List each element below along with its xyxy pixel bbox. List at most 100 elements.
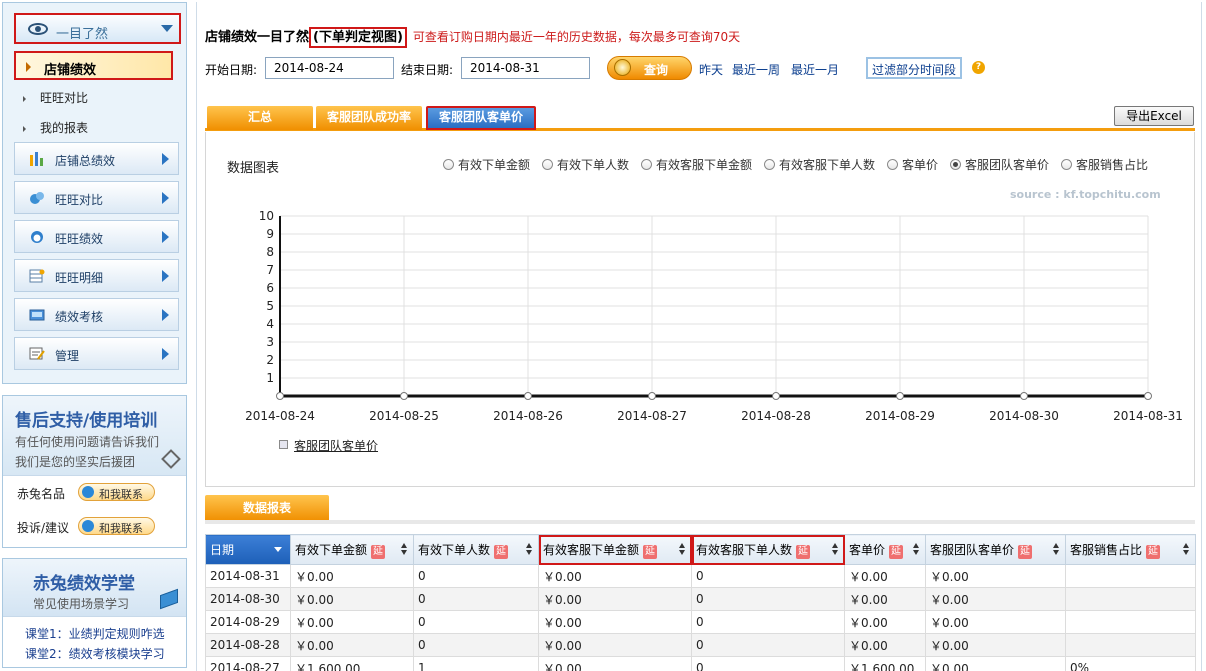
view-selector-dropdown[interactable]: 一目了然 bbox=[14, 13, 181, 44]
tab-summary[interactable]: 汇总 bbox=[207, 106, 313, 130]
extend-badge[interactable]: 延 bbox=[796, 544, 811, 559]
table-row: 2014-08-28 ￥0.00 0 ￥0.00 0 ￥0.00 ￥0.00 bbox=[205, 633, 1196, 657]
table-cell: ￥0.00 bbox=[290, 610, 414, 634]
sidebar-subitem-wangwang-compare[interactable]: 旺旺对比 bbox=[23, 89, 88, 109]
query-button[interactable]: 查询 bbox=[607, 56, 692, 80]
column-header[interactable]: 客服销售占比延 bbox=[1065, 534, 1196, 565]
quick-link-yesterday[interactable]: 昨天 bbox=[699, 61, 723, 78]
nav-panel: 一目了然 店铺绩效 旺旺对比 我的报表 店铺总绩效 旺旺对比 旺旺绩效 旺旺明细… bbox=[2, 2, 187, 384]
table-cell: ￥0.00 bbox=[844, 564, 926, 588]
extend-badge[interactable]: 延 bbox=[494, 544, 509, 559]
sort-icon[interactable] bbox=[1183, 543, 1189, 556]
export-excel-button[interactable]: 导出Excel bbox=[1114, 106, 1194, 126]
menu-item-manage[interactable]: 管理 bbox=[14, 337, 179, 370]
sort-icon[interactable] bbox=[679, 543, 685, 556]
triangle-right-icon bbox=[26, 62, 31, 72]
extend-badge[interactable]: 延 bbox=[643, 544, 658, 559]
quick-link-last-week[interactable]: 最近一周 bbox=[732, 61, 780, 78]
quick-link-last-month[interactable]: 最近一月 bbox=[791, 61, 839, 78]
menu-item-wangwang-detail[interactable]: 旺旺明细 bbox=[14, 259, 179, 292]
menu-item-wangwang-compare[interactable]: 旺旺对比 bbox=[14, 181, 179, 214]
tab-team-unit-price[interactable]: 客服团队客单价 bbox=[426, 106, 536, 130]
table-cell: 2014-08-27 bbox=[205, 656, 291, 671]
table-cell: ￥0.00 bbox=[844, 610, 926, 634]
table-cell: 2014-08-28 bbox=[205, 633, 291, 657]
column-header[interactable]: 有效下单金额延 bbox=[290, 534, 414, 565]
lesson-link-2[interactable]: 课堂2：绩效考核模块学习 bbox=[25, 645, 165, 662]
chevron-right-icon bbox=[162, 153, 169, 165]
menu-item-store-total[interactable]: 店铺总绩效 bbox=[14, 142, 179, 175]
filter-time-range-button[interactable]: 过滤部分时间段 bbox=[866, 57, 963, 79]
column-header[interactable]: 有效客服下单金额延 bbox=[538, 534, 692, 565]
x-tick-label: 2014-08-24 bbox=[245, 409, 315, 423]
sort-desc-icon[interactable] bbox=[274, 547, 282, 552]
support-line-1: 有任何使用问题请告诉我们 bbox=[15, 435, 160, 449]
column-header[interactable]: 有效客服下单人数延 bbox=[691, 534, 845, 565]
assessment-icon bbox=[29, 309, 45, 321]
table-cell: ￥0.00 bbox=[925, 610, 1066, 634]
table-cell: ￥0.00 bbox=[844, 633, 926, 657]
table-cell: ￥1,600.00 bbox=[290, 656, 414, 671]
extend-badge[interactable]: 延 bbox=[1018, 544, 1033, 559]
table-cell: ￥0.00 bbox=[290, 633, 414, 657]
column-header[interactable]: 客服团队客单价延 bbox=[925, 534, 1066, 565]
sidebar-subitem-my-reports[interactable]: 我的报表 bbox=[23, 119, 88, 139]
data-point bbox=[1144, 392, 1152, 400]
menu-item-assessment[interactable]: 绩效考核 bbox=[14, 298, 179, 331]
tab-team-success-rate[interactable]: 客服团队成功率 bbox=[316, 106, 422, 130]
end-date-label: 结束日期: bbox=[401, 63, 454, 77]
data-point bbox=[648, 392, 656, 400]
contact-button-label: 和我联系 bbox=[99, 488, 143, 501]
sort-icon[interactable] bbox=[832, 543, 838, 556]
chart-legend[interactable]: 客服团队客单价 bbox=[279, 437, 378, 454]
table-cell: 1 bbox=[413, 656, 539, 671]
academy-panel: 赤兔绩效学堂 常见使用场景学习 课堂1：业绩判定规则咋选 课堂2：绩效考核模块学… bbox=[2, 558, 187, 668]
report-divider bbox=[205, 520, 1195, 524]
sort-icon[interactable] bbox=[1053, 543, 1059, 556]
data-point bbox=[772, 392, 780, 400]
table-cell: 0 bbox=[691, 587, 845, 611]
chevron-right-icon bbox=[162, 231, 169, 243]
menu-item-label: 旺旺明细 bbox=[55, 271, 104, 285]
y-tick-label: 6 bbox=[266, 281, 274, 295]
help-icon[interactable]: ? bbox=[972, 61, 985, 74]
column-header[interactable]: 日期 bbox=[205, 534, 291, 565]
sort-icon[interactable] bbox=[401, 543, 407, 556]
data-point bbox=[1020, 392, 1028, 400]
feedback-contact-button[interactable]: 和我联系 bbox=[78, 517, 155, 535]
bullet-icon bbox=[23, 125, 26, 132]
extend-badge[interactable]: 延 bbox=[1146, 544, 1161, 559]
start-date-input[interactable] bbox=[265, 57, 394, 79]
column-header-label: 日期 bbox=[210, 543, 235, 557]
column-header-label: 客服销售占比 bbox=[1070, 542, 1143, 557]
line-chart: 1 2 3 4 5 6 7 8 9 10 2014-08-24 2014-08-25 2014-08-2… bbox=[245, 209, 1183, 423]
sort-icon[interactable] bbox=[526, 543, 532, 556]
lesson-link-1[interactable]: 课堂1：业绩判定规则咋选 bbox=[25, 625, 165, 642]
column-header[interactable]: 客单价延 bbox=[844, 534, 926, 565]
end-date-input[interactable] bbox=[461, 57, 590, 79]
contact-button-label: 和我联系 bbox=[99, 522, 143, 535]
extend-badge[interactable]: 延 bbox=[371, 544, 386, 559]
sidebar-subitem-store-performance[interactable]: 店铺绩效 bbox=[14, 51, 173, 80]
chart-panel: 数据图表 有效下单金额 有效下单人数 有效客服下单金额 有效客服下单人数 客单价… bbox=[205, 132, 1195, 487]
table-cell bbox=[1065, 564, 1196, 588]
table-cell: 0% bbox=[1065, 656, 1196, 671]
column-header-label: 客单价 bbox=[849, 542, 886, 557]
menu-item-wangwang-performance[interactable]: 旺旺绩效 bbox=[14, 220, 179, 253]
wangwang-icon bbox=[31, 231, 43, 243]
y-tick-label: 8 bbox=[266, 245, 274, 259]
academy-subtitle: 常见使用场景学习 bbox=[33, 597, 130, 611]
extend-badge[interactable]: 延 bbox=[889, 544, 904, 559]
table-body: 2014-08-31 ￥0.00 0 ￥0.00 0 ￥0.00 ￥0.00 2014-08-… bbox=[205, 564, 1196, 671]
table-cell: ￥0.00 bbox=[538, 656, 692, 671]
y-tick-label: 3 bbox=[266, 335, 274, 349]
tab-data-report[interactable]: 数据报表 bbox=[205, 495, 329, 521]
sidebar-subitem-label: 店铺绩效 bbox=[44, 63, 97, 78]
column-header[interactable]: 有效下单人数延 bbox=[413, 534, 539, 565]
legend-series-label: 客服团队客单价 bbox=[294, 439, 379, 453]
menu-item-label: 店铺总绩效 bbox=[55, 154, 116, 168]
contact-me-button[interactable]: 和我联系 bbox=[78, 483, 155, 501]
sort-icon[interactable] bbox=[913, 543, 919, 556]
view-selector-label: 一目了然 bbox=[56, 27, 109, 42]
contact-label: 赤兔名品 bbox=[17, 487, 66, 501]
